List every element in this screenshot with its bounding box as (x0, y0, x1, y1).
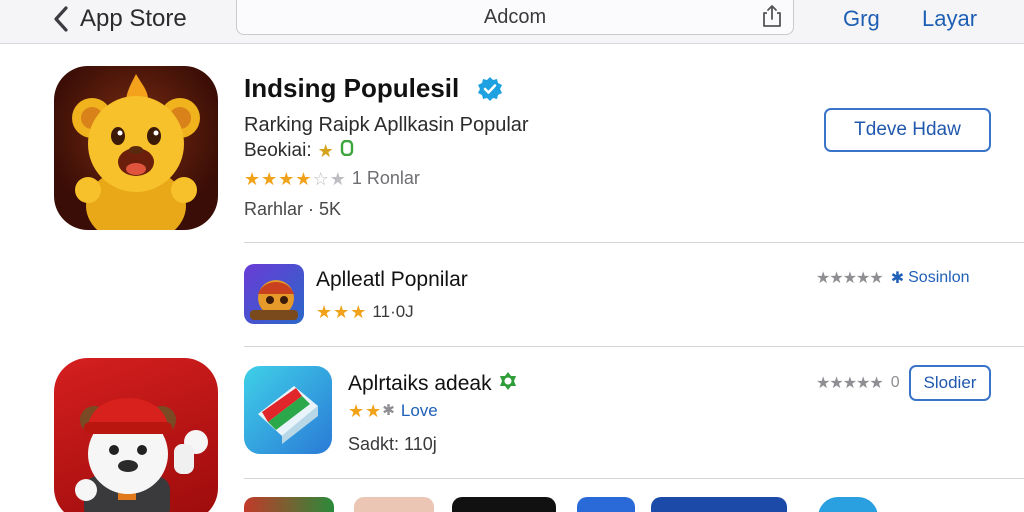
star-badge-icon: ★ (317, 140, 334, 161)
chevron-left-icon (48, 4, 74, 34)
app-size-row2: Sadkt: 110j (348, 434, 437, 454)
share-icon[interactable] (759, 3, 785, 29)
love-link[interactable]: Love (401, 401, 438, 421)
green-badge-icon (498, 371, 518, 397)
category-label: Beokiai: (244, 140, 312, 161)
rating-stars: ★ ★ ★ (316, 302, 367, 322)
divider (244, 478, 1024, 479)
app-title-row2[interactable]: Aplrtaiks adeak (348, 371, 518, 397)
top-bar: App Store Adcom Grg Layar (0, 0, 1024, 44)
featured-app-subtitle: Rarking Raipk Apllkasin Popular (244, 114, 529, 136)
featured-title-text: Indsing Populesil (244, 73, 460, 103)
rating-stars-gray: ★★★★★ (816, 375, 884, 392)
app-meta-row1: ★ ★ ★ 11·0J (316, 302, 414, 322)
app-icon-row2[interactable] (244, 366, 332, 454)
rating-stars: ★ ★ ★ ★ ☆ ★ (244, 168, 346, 189)
app-icon-partial[interactable] (577, 497, 635, 512)
app-icon-row1[interactable] (244, 264, 304, 324)
app-icon-partial[interactable] (354, 497, 434, 512)
featured-app-rank: Rarhlar · 5K (244, 199, 342, 219)
nav-link-layar[interactable]: Layar (922, 6, 977, 32)
featured-app-rating: ★ ★ ★ ★ ☆ ★ 1 Ronlar (244, 168, 420, 189)
back-label: App Store (80, 5, 187, 32)
row2-rating-count: 0 (890, 374, 900, 391)
address-text: Adcom (483, 6, 547, 28)
app-icon-partial[interactable] (452, 497, 556, 512)
app-icon-partial[interactable] (818, 497, 878, 512)
featured-app-title[interactable]: Indsing Populesil (244, 73, 503, 104)
rating-stars-gray: ★★★★★ (816, 270, 884, 287)
address-bar[interactable]: Adcom (236, 0, 794, 35)
row1-right: ★★★★★ ✱ Sosinlon (816, 268, 970, 288)
featured-action-button[interactable]: Tdeve Hdaw (824, 108, 991, 152)
featured-app-icon[interactable] (54, 66, 218, 230)
app-icon-bear[interactable] (54, 358, 218, 512)
app-title-row1[interactable]: Aplleatl Popnilar (316, 268, 468, 292)
app-icon-partial[interactable] (651, 497, 787, 512)
green-badge-icon (340, 139, 354, 162)
verified-badge-icon (477, 76, 503, 102)
rating-count: 1 Ronlar (351, 168, 420, 188)
row2-action-button[interactable]: Slodier (909, 365, 991, 401)
app-title-text: Aplrtaiks adeak (348, 372, 492, 395)
sparkle-icon: ✱ (890, 270, 905, 287)
row2-right: ★★★★★ 0 (816, 373, 900, 393)
app-meta-text: 11·0J (372, 302, 414, 321)
back-button[interactable]: App Store (48, 4, 187, 34)
row1-link[interactable]: ✱ Sosinlon (891, 268, 970, 288)
nav-link-grg[interactable]: Grg (843, 6, 880, 32)
divider (244, 346, 1024, 347)
row1-link-label: Sosinlon (908, 269, 970, 286)
divider (244, 242, 1024, 243)
featured-app-category: Beokiai: ★ (244, 139, 354, 162)
app-meta-row2: ★ ★ ✱ Love (348, 401, 438, 421)
app-icon-partial[interactable] (244, 497, 334, 512)
rating-stars: ★ ★ ✱ (348, 401, 395, 421)
